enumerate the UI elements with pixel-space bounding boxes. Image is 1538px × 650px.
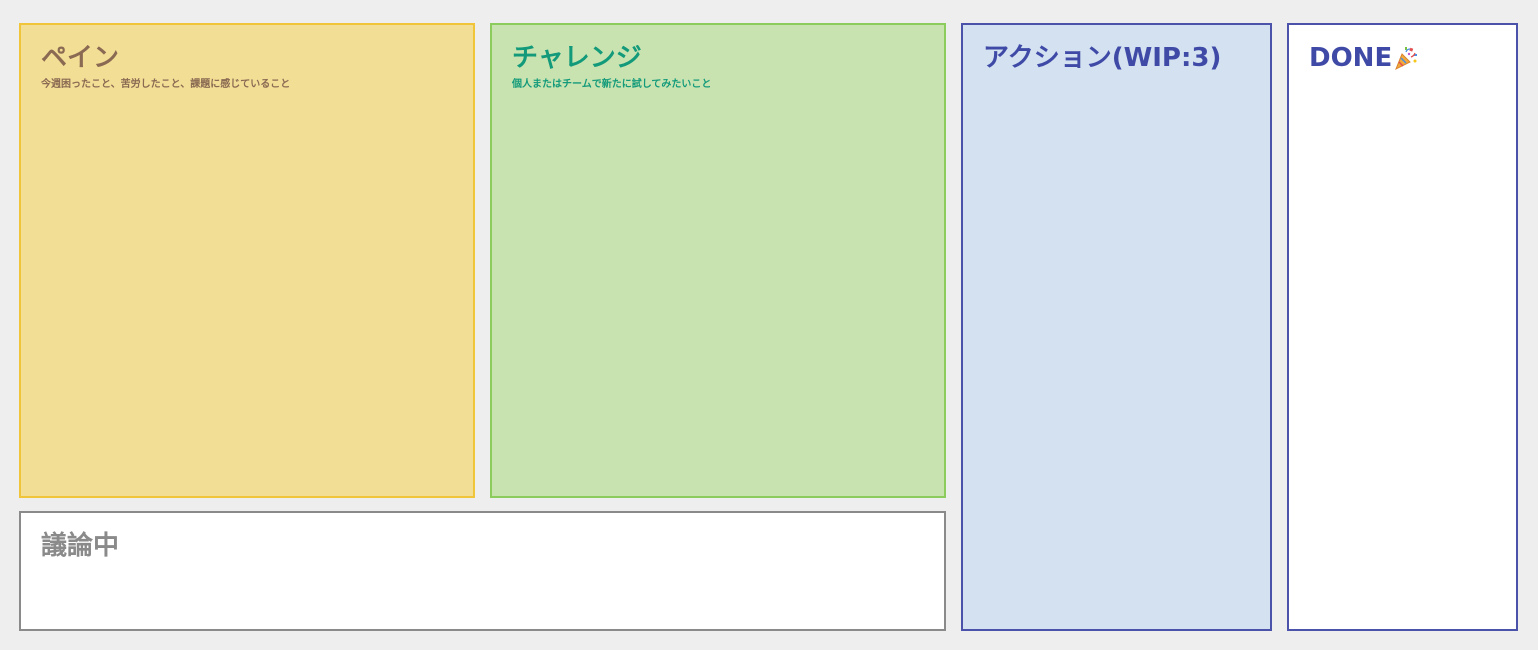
pain-subtitle: 今週困ったこと、苦労したこと、課題に感じていること [41, 79, 291, 90]
done-title-row: DONE [1309, 41, 1419, 75]
pain-title: ペイン [41, 43, 120, 73]
done-title-wrap: DONE [1309, 41, 1419, 75]
challenge-panel: チャレンジ 個人またはチームで新たに試してみたいこと [490, 23, 946, 498]
action-title: アクション(WIP:3) [983, 43, 1222, 73]
challenge-title: チャレンジ [512, 43, 642, 73]
pain-panel: ペイン 今週困ったこと、苦労したこと、課題に感じていること [19, 23, 475, 498]
challenge-subtitle: 個人またはチームで新たに試してみたいこと [512, 79, 712, 90]
done-title: DONE [1309, 43, 1393, 73]
discussion-title: 議論中 [41, 531, 120, 561]
done-panel: DONE [1287, 23, 1518, 631]
action-panel: アクション(WIP:3) [961, 23, 1272, 631]
party-popper-icon [1393, 45, 1419, 71]
discussion-panel: 議論中 [19, 511, 946, 631]
